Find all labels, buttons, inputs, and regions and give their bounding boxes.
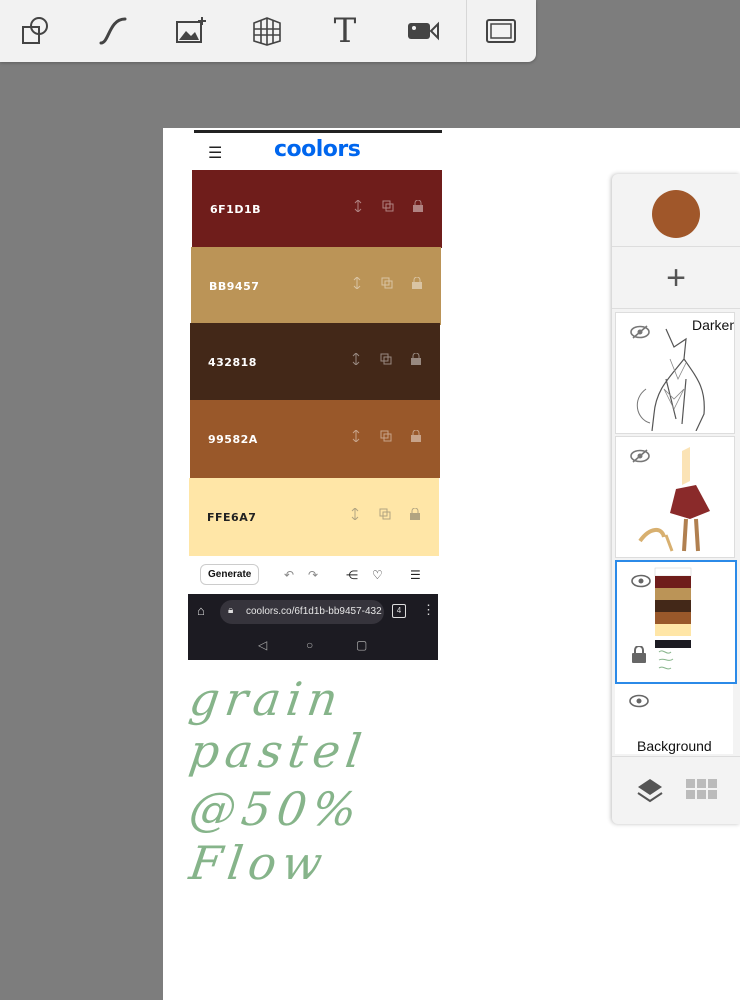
palette-swatch: 6F1D1B bbox=[192, 170, 442, 248]
video-icon[interactable] bbox=[406, 14, 440, 48]
back-nav-icon: ◁ bbox=[258, 638, 268, 652]
copy-icon bbox=[380, 430, 392, 442]
redo-icon: ↷ bbox=[308, 568, 319, 582]
lock-icon bbox=[413, 200, 423, 212]
copy-icon bbox=[380, 353, 392, 365]
handwritten-note: grain pastel @50% Flow bbox=[186, 672, 390, 902]
layer-thumbnail[interactable] bbox=[615, 436, 735, 558]
background-layer-label: Background bbox=[637, 738, 712, 754]
background-layer[interactable]: Background bbox=[615, 684, 733, 754]
palette-swatch: 432818 bbox=[190, 323, 440, 401]
copy-icon bbox=[379, 508, 391, 520]
perspective-grid-icon[interactable] bbox=[250, 14, 284, 48]
layers-icon[interactable] bbox=[636, 777, 664, 810]
lock-icon: 🔒︎ bbox=[228, 605, 234, 616]
share-icon: ⋲ bbox=[346, 568, 358, 582]
swatch-hex: BB9457 bbox=[209, 279, 260, 293]
layers-panel: + Darken Background bbox=[612, 174, 740, 824]
lock-icon bbox=[411, 353, 421, 365]
copy-icon bbox=[381, 277, 393, 289]
more-icon: ⋮ bbox=[422, 602, 435, 617]
image-add-icon[interactable] bbox=[174, 14, 208, 48]
hidden-eye-icon[interactable] bbox=[630, 325, 650, 344]
curve-icon[interactable] bbox=[96, 14, 130, 48]
move-icon bbox=[353, 277, 361, 289]
text-icon[interactable]: T bbox=[328, 14, 362, 48]
frame-icon[interactable] bbox=[484, 14, 518, 48]
swatch-hex: 6F1D1B bbox=[210, 202, 261, 216]
url-bar: coolors.co/6f1d1b-bb9457-432 bbox=[220, 600, 384, 624]
tab-count: 4 bbox=[392, 604, 406, 618]
swatch-tools bbox=[350, 353, 422, 365]
blend-mode-label: Darken bbox=[692, 317, 735, 333]
note-line: Flow bbox=[186, 836, 332, 890]
top-toolbar: T bbox=[0, 0, 536, 62]
swatch-tools bbox=[352, 200, 424, 212]
palette-swatch: 99582A bbox=[190, 400, 440, 478]
lock-icon bbox=[411, 430, 421, 442]
palette-swatch: FFE6A7 bbox=[189, 478, 439, 556]
swatch-tools bbox=[349, 508, 421, 520]
toolbar-separator bbox=[466, 0, 467, 62]
move-icon bbox=[354, 200, 362, 212]
note-line: grain bbox=[186, 672, 347, 726]
heart-icon: ♡ bbox=[372, 568, 383, 582]
home-nav-icon: ○ bbox=[306, 638, 314, 652]
shapes-icon[interactable] bbox=[18, 14, 52, 48]
swatch-hex: FFE6A7 bbox=[207, 510, 257, 524]
home-icon: ⌂ bbox=[197, 603, 205, 618]
hidden-eye-icon[interactable] bbox=[630, 449, 650, 468]
swatch-hex: 432818 bbox=[208, 355, 257, 369]
color-picker-swatch[interactable] bbox=[652, 190, 700, 238]
coolors-header: ☰ coolors bbox=[194, 130, 442, 173]
menu-icon: ☰ bbox=[208, 145, 223, 162]
browser-bar: ⌂ coolors.co/6f1d1b-bb9457-432 🔒︎ 4 ⋮ ◁ … bbox=[188, 594, 438, 660]
swatch-hex: 99582A bbox=[208, 432, 258, 446]
current-color-cell bbox=[612, 174, 740, 247]
url-text: coolors.co/6f1d1b-bb9457-432 bbox=[246, 606, 382, 617]
generate-button: Generate bbox=[200, 564, 260, 585]
visible-eye-icon[interactable] bbox=[629, 694, 649, 713]
swatch-tools bbox=[350, 430, 422, 442]
note-line: @50% bbox=[186, 782, 367, 836]
move-icon bbox=[352, 430, 360, 442]
move-icon bbox=[352, 353, 360, 365]
lock-icon bbox=[410, 508, 420, 520]
layers-panel-footer bbox=[612, 756, 740, 825]
menu-icon: ☰ bbox=[410, 568, 421, 582]
visible-eye-icon[interactable] bbox=[631, 574, 651, 593]
undo-icon: ↶ bbox=[284, 568, 295, 582]
layer-thumbnail-selected[interactable] bbox=[615, 560, 737, 684]
grid-view-icon[interactable] bbox=[686, 779, 718, 806]
palette-screenshot-thumbnail bbox=[654, 567, 692, 670]
lock-icon bbox=[412, 277, 422, 289]
palette-swatch: BB9457 bbox=[191, 247, 441, 325]
add-layer-button[interactable]: + bbox=[612, 248, 740, 309]
note-line: pastel bbox=[186, 724, 371, 778]
coolors-bottom-bar: Generate ↶ ↷ ⋲ ♡ ☰ bbox=[190, 558, 438, 594]
swatch-tools bbox=[351, 277, 423, 289]
copy-icon bbox=[382, 200, 394, 212]
layer-lock-icon[interactable] bbox=[631, 645, 647, 669]
move-icon bbox=[351, 508, 359, 520]
layer-thumbnail[interactable]: Darken bbox=[615, 312, 735, 434]
recents-nav-icon: ▢ bbox=[356, 638, 368, 652]
imported-screenshot[interactable]: ☰ coolors 6F1D1B BB9457 432818 99582A FF… bbox=[188, 130, 444, 660]
coolors-logo: coolors bbox=[274, 137, 361, 162]
